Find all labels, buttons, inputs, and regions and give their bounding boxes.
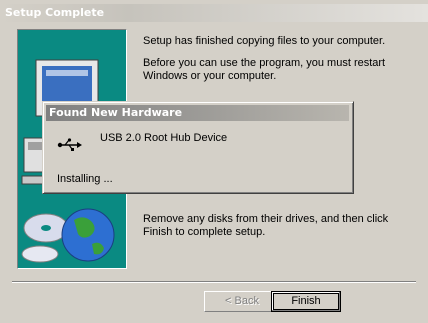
cd-disc-icon bbox=[21, 213, 69, 263]
setup-finished-text: Setup has finished copying files to your… bbox=[143, 35, 386, 47]
dialog-title: Found New Hardware bbox=[49, 106, 183, 119]
finish-button[interactable]: Finish bbox=[271, 291, 341, 312]
window-title: Setup Complete bbox=[5, 6, 105, 19]
globe-icon bbox=[61, 208, 115, 262]
found-new-hardware-dialog: Found New Hardware USB 2.0 Root Hub Devi… bbox=[42, 101, 354, 194]
remove-disks-text: Remove any disks from their drives, and … bbox=[143, 213, 389, 238]
install-status: Installing ... bbox=[57, 173, 113, 185]
device-name: USB 2.0 Root Hub Device bbox=[100, 132, 228, 144]
usb-icon bbox=[57, 138, 83, 155]
dialog-title-bar[interactable]: Found New Hardware bbox=[46, 105, 349, 121]
title-bar[interactable]: Setup Complete bbox=[0, 4, 428, 22]
back-button[interactable]: < Back bbox=[204, 291, 280, 312]
divider bbox=[12, 281, 416, 283]
restart-instruction-text: Before you can use the program, you must… bbox=[143, 57, 386, 82]
